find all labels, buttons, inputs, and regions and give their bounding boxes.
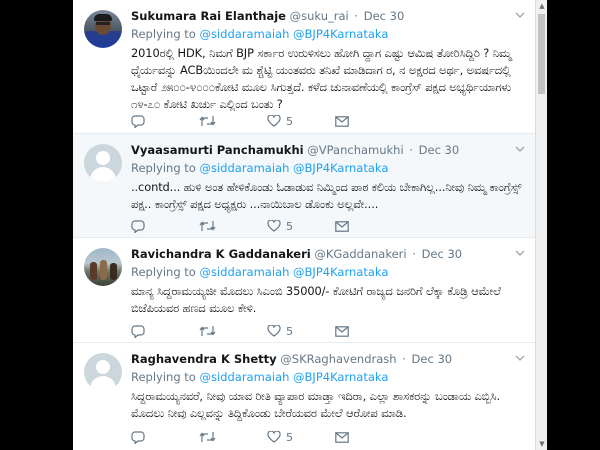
mention-link[interactable]: @BJP4Karnataka (293, 265, 388, 279)
dm-button[interactable] (335, 218, 349, 234)
like-count: 5 (286, 324, 293, 338)
replying-to-label: Replying to (131, 27, 196, 41)
dm-button[interactable] (335, 113, 349, 129)
replying-to-label: Replying to (131, 265, 196, 279)
envelope-icon (335, 220, 349, 232)
avatar[interactable] (84, 144, 122, 182)
tweet-header: Sukumara Rai Elanthaje @suku_rai · Dec 3… (131, 9, 405, 23)
author-handle[interactable]: @VPanchamukhi (307, 143, 403, 157)
scroll-up-icon[interactable]: ▲ (538, 1, 546, 11)
envelope-icon (335, 115, 349, 127)
chevron-down-icon[interactable] (515, 248, 525, 258)
mention-link[interactable]: @BJP4Karnataka (293, 161, 388, 175)
replying-to: Replying to @siddaramaiah @BJP4Karnataka (131, 264, 527, 280)
like-button[interactable]: 5 (267, 429, 293, 445)
like-button[interactable]: 5 (267, 113, 293, 129)
heart-icon (267, 115, 281, 127)
chevron-down-icon[interactable] (515, 144, 525, 154)
author-name[interactable]: Vyaasamurti Panchamukhi (131, 143, 304, 157)
timestamp[interactable]: Dec 30 (412, 352, 453, 366)
reply-button[interactable] (131, 218, 145, 234)
replying-to: Replying to @siddaramaiah @BJP4Karnataka (131, 160, 527, 176)
retweet-icon (199, 221, 216, 231)
like-count: 5 (286, 114, 293, 128)
replying-to: Replying to @siddaramaiah @BJP4Karnataka (131, 26, 527, 42)
heart-icon (267, 325, 281, 337)
avatar[interactable] (84, 248, 122, 286)
retweet-icon (199, 326, 216, 336)
reply-icon (131, 114, 145, 128)
reply-icon (131, 430, 145, 444)
avatar[interactable] (84, 353, 122, 391)
like-button[interactable]: 5 (267, 323, 293, 339)
heart-icon (267, 220, 281, 232)
retweet-icon (199, 432, 216, 442)
tweet-text: ..contd... ಹುಳಿ ಅಂತ ಹೇಳಿಕೊಂಡು ಓಡಾಡುವ ನಿಮ… (131, 180, 522, 211)
envelope-icon (335, 325, 349, 337)
mention-link[interactable]: @siddaramaiah (200, 370, 290, 384)
chevron-down-icon[interactable] (515, 10, 525, 20)
tweet[interactable]: Vyaasamurti Panchamukhi @VPanchamukhi · … (73, 134, 535, 238)
author-handle[interactable]: @SKRaghavendrash (280, 352, 396, 366)
retweet-button[interactable] (199, 323, 216, 339)
retweet-icon (199, 116, 216, 126)
tweet-thread: Sukumara Rai Elanthaje @suku_rai · Dec 3… (73, 0, 535, 450)
avatar[interactable] (84, 10, 122, 48)
like-count: 5 (286, 219, 293, 233)
tweet[interactable]: Ravichandra K Gaddanakeri @KGaddanakeri … (73, 238, 535, 343)
retweet-button[interactable] (199, 429, 216, 445)
timestamp[interactable]: Dec 30 (422, 247, 463, 261)
tweet-text: ಸಿದ್ದರಾಮಯ್ಯನವರೆ, ನೀವು ಯಾವ ರೀತಿ ವ್ಯಾಪಾರ ಮ… (131, 389, 500, 420)
author-handle[interactable]: @suku_rai (290, 9, 349, 23)
reply-icon (131, 324, 145, 338)
replying-to-label: Replying to (131, 370, 196, 384)
like-button[interactable]: 5 (267, 218, 293, 234)
tweet-actions: 5 (131, 429, 391, 445)
tweet[interactable]: Raghavendra K Shetty @SKRaghavendrash · … (73, 343, 535, 450)
mention-link[interactable]: @siddaramaiah (200, 161, 290, 175)
tweet-actions: 5 (131, 323, 391, 339)
tweet-header: Raghavendra K Shetty @SKRaghavendrash · … (131, 352, 453, 366)
mention-link[interactable]: @BJP4Karnataka (293, 27, 388, 41)
dm-button[interactable] (335, 429, 349, 445)
reply-button[interactable] (131, 113, 145, 129)
tweet-actions: 5 (131, 113, 391, 129)
chevron-down-icon[interactable] (515, 353, 525, 363)
reply-button[interactable] (131, 429, 145, 445)
author-name[interactable]: Ravichandra K Gaddanakeri (131, 247, 311, 261)
heart-icon (267, 431, 281, 443)
timestamp[interactable]: Dec 30 (364, 9, 405, 23)
retweet-button[interactable] (199, 218, 216, 234)
tweet-text: ಮಾನ್ಯ ಸಿದ್ದರಾಮಯ್ಯಜೀ ಮೊದಲು ಸಿಎಂಬಿ 35000/-… (131, 284, 501, 315)
author-handle[interactable]: @KGaddanakeri (314, 247, 406, 261)
dm-button[interactable] (335, 323, 349, 339)
mention-link[interactable]: @siddaramaiah (200, 27, 290, 41)
scroll-down-icon[interactable]: ▼ (538, 439, 546, 449)
mention-link[interactable]: @BJP4Karnataka (293, 370, 388, 384)
reply-icon (131, 219, 145, 233)
tweet-header: Vyaasamurti Panchamukhi @VPanchamukhi · … (131, 143, 460, 157)
scrollbar-thumb[interactable] (538, 14, 545, 94)
author-name[interactable]: Sukumara Rai Elanthaje (131, 9, 286, 23)
retweet-button[interactable] (199, 113, 216, 129)
replying-to-label: Replying to (131, 161, 196, 175)
tweet-header: Ravichandra K Gaddanakeri @KGaddanakeri … (131, 247, 463, 261)
mention-link[interactable]: @siddaramaiah (200, 265, 290, 279)
scrollbar[interactable]: ▲ ▼ (535, 0, 547, 450)
envelope-icon (335, 431, 349, 443)
tweet-text: 2010ರಲ್ಲಿ HDK, ನಿಮಗೆ BJP ಸರ್ಕಾರ ಉರುಳಿಸಲು… (131, 46, 512, 111)
reply-button[interactable] (131, 323, 145, 339)
author-name[interactable]: Raghavendra K Shetty (131, 352, 277, 366)
like-count: 5 (286, 430, 293, 444)
replying-to: Replying to @siddaramaiah @BJP4Karnataka (131, 369, 527, 385)
tweet-actions: 5 (131, 218, 391, 234)
timestamp[interactable]: Dec 30 (419, 143, 460, 157)
tweet[interactable]: Sukumara Rai Elanthaje @suku_rai · Dec 3… (73, 0, 535, 134)
